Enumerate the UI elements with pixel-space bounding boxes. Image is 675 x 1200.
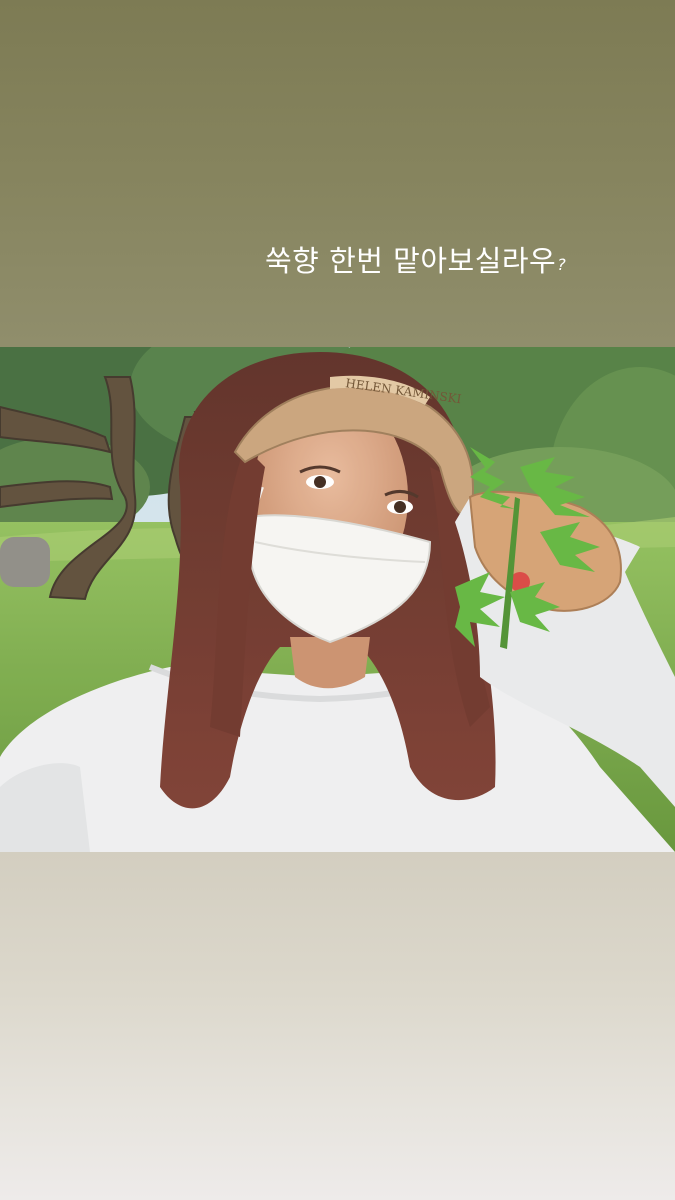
story-bottom-background: [0, 852, 675, 1200]
story-photo: HELEN KAMINSKI: [0, 347, 675, 852]
story-top-background: [0, 0, 675, 347]
selfie-illustration: HELEN KAMINSKI: [0, 347, 675, 852]
story-caption: 쑥향 한번 맡아보실라우?: [265, 241, 566, 285]
caption-question-mark: ?: [557, 255, 567, 274]
caption-text: 쑥향 한번 맡아보실라우: [265, 244, 557, 278]
